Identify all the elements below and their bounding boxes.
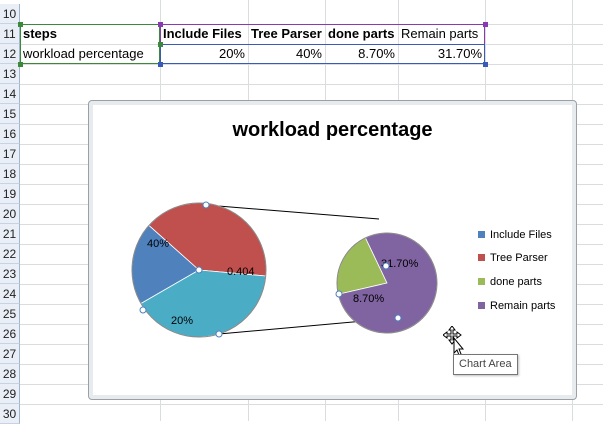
range-handle[interactable] xyxy=(158,42,163,47)
row-header[interactable]: 24 xyxy=(0,284,20,304)
row-header[interactable]: 16 xyxy=(0,124,20,144)
legend-label: Remain parts xyxy=(490,300,556,312)
row-header[interactable]: 19 xyxy=(0,184,20,204)
pie-handle[interactable] xyxy=(195,266,203,274)
chart-area-tooltip: Chart Area xyxy=(453,354,518,375)
secondary-pie[interactable] xyxy=(336,232,438,334)
range-handle[interactable] xyxy=(483,22,488,27)
gridline xyxy=(20,404,603,405)
cell-remain-parts-header[interactable]: Remain parts xyxy=(398,24,485,44)
row-header[interactable]: 14 xyxy=(0,84,20,104)
row-header[interactable]: 28 xyxy=(0,364,20,384)
move-cursor-icon xyxy=(443,326,465,356)
row-header[interactable]: 17 xyxy=(0,144,20,164)
cell-tree-parser-value[interactable]: 40% xyxy=(248,44,325,64)
legend-swatch xyxy=(478,301,485,309)
legend-swatch xyxy=(478,253,485,261)
pie-handle[interactable] xyxy=(139,306,147,314)
range-handle[interactable] xyxy=(483,62,488,67)
row-header[interactable]: 27 xyxy=(0,344,20,364)
cell-include-files-value[interactable]: 20% xyxy=(160,44,248,64)
legend-swatch xyxy=(478,277,485,285)
row-header[interactable]: 11 xyxy=(0,24,20,44)
row-header[interactable]: 20 xyxy=(0,204,20,224)
range-handle[interactable] xyxy=(18,22,23,27)
row-header[interactable]: 30 xyxy=(0,404,20,424)
legend-item-remain-parts[interactable]: Remain parts xyxy=(478,298,555,314)
legend-swatch xyxy=(478,230,485,238)
cell-done-parts-header[interactable]: done parts xyxy=(325,24,398,44)
row-header[interactable]: 12 xyxy=(0,44,20,64)
cell-workload-label[interactable]: workload percentage xyxy=(20,44,160,64)
row-header[interactable]: 10 xyxy=(0,4,20,24)
cell-include-files-header[interactable]: Include Files xyxy=(160,24,248,44)
row-header[interactable]: 25 xyxy=(0,304,20,324)
data-label-other[interactable]: 0.404 xyxy=(227,266,255,278)
row-header[interactable]: 22 xyxy=(0,244,20,264)
pie-handle[interactable] xyxy=(382,262,390,270)
row-header[interactable]: 18 xyxy=(0,164,20,184)
cell-steps-header[interactable]: steps xyxy=(20,24,160,44)
legend-item-tree-parser[interactable]: Tree Parser xyxy=(478,250,548,266)
gridline xyxy=(20,64,603,65)
legend-label: Include Files xyxy=(490,229,552,241)
data-label-tree-parser[interactable]: 40% xyxy=(147,238,169,250)
pie-handle[interactable] xyxy=(215,330,223,338)
legend-item-include-files[interactable]: Include Files xyxy=(478,227,552,243)
cell-remain-parts-value[interactable]: 31.70% xyxy=(398,44,485,64)
row-header[interactable]: 29 xyxy=(0,384,20,404)
pie-handle[interactable] xyxy=(394,314,402,322)
data-label-include-files[interactable]: 20% xyxy=(171,315,193,327)
row-header[interactable]: 23 xyxy=(0,264,20,284)
legend-item-done-parts[interactable]: done parts xyxy=(478,274,542,290)
range-handle[interactable] xyxy=(158,62,163,67)
row-header[interactable]: 15 xyxy=(0,104,20,124)
legend-label: Tree Parser xyxy=(490,252,548,264)
row-header[interactable]: 26 xyxy=(0,324,20,344)
gridline xyxy=(20,84,603,85)
pie-handle[interactable] xyxy=(202,201,210,209)
row-header[interactable]: 13 xyxy=(0,64,20,84)
range-handle[interactable] xyxy=(18,62,23,67)
pie-handle[interactable] xyxy=(335,290,343,298)
cell-done-parts-value[interactable]: 8.70% xyxy=(325,44,398,64)
range-handle[interactable] xyxy=(158,22,163,27)
legend-label: done parts xyxy=(490,276,542,288)
row-header[interactable]: 21 xyxy=(0,224,20,244)
data-label-done-parts[interactable]: 8.70% xyxy=(353,293,384,305)
cell-tree-parser-header[interactable]: Tree Parser xyxy=(248,24,325,44)
